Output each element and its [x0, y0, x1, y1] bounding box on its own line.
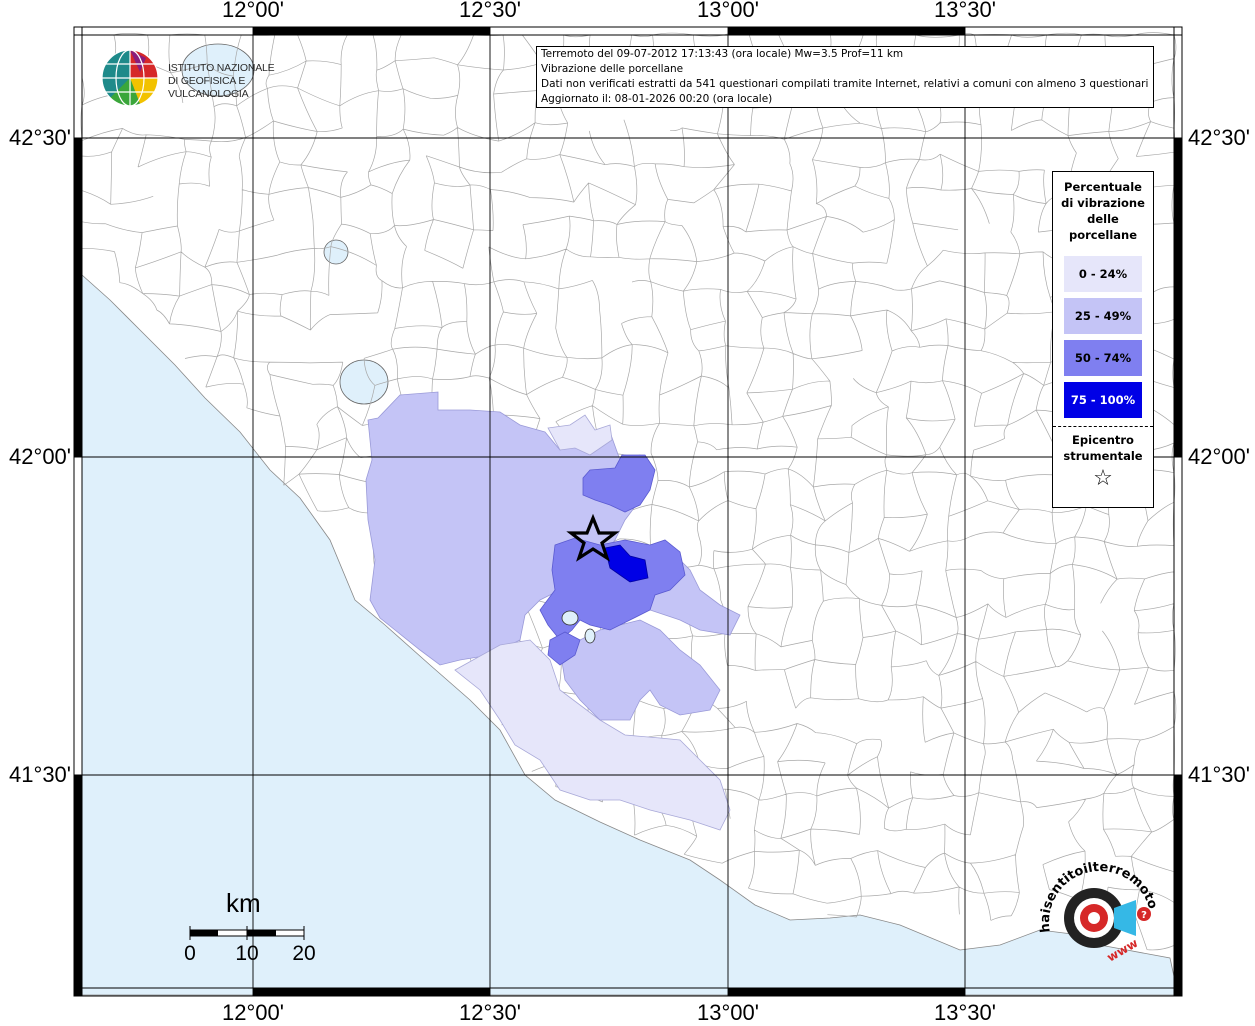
haisentito-logo-graphic: haisentitoilterremoto.it ? www: [1029, 851, 1160, 965]
haisentito-logo: haisentitoilterremoto.it ? www: [1029, 851, 1172, 982]
scale-tick: 0: [184, 942, 196, 965]
ingv-name-line: ISTITUTO NAZIONALE: [168, 62, 275, 74]
axis-bottom-label: 13°30': [934, 1000, 996, 1025]
ingv-logo: ISTITUTO NAZIONALE DI GEOFISICA E VULCAN…: [100, 48, 310, 108]
legend-class-0-24: 0 - 24%: [1064, 256, 1142, 292]
scale-tick: 10: [235, 942, 259, 965]
updated-line: Aggiornato il: 08-01-2026 00:20 (ora loc…: [541, 93, 773, 105]
lake-vico: [323, 239, 349, 265]
legend-epicenter-line: Epicentro: [1072, 433, 1134, 447]
legend-title-line: porcellane: [1068, 228, 1138, 242]
event-info-box: Terremoto del 09-07-2012 17:13:43 (ora l…: [536, 46, 1154, 108]
legend-epicenter-label: Epicentro strumentale: [1053, 432, 1153, 464]
axis-right-label: 42°30': [1188, 125, 1250, 150]
data-note-line: Dati non verificati estratti da 541 ques…: [541, 78, 1149, 90]
axis-bottom-label: 13°00': [697, 1000, 759, 1025]
lake-nemi: [584, 628, 596, 644]
axis-top-label: 13°00': [697, 0, 759, 22]
event-line: Terremoto del 09-07-2012 17:13:43 (ora l…: [541, 48, 904, 60]
ingv-name-line: DI GEOFISICA E VULCANOLOGIA: [168, 75, 249, 100]
scale-tick: 20: [292, 942, 316, 965]
legend-class-25-49: 25 - 49%: [1064, 298, 1142, 334]
globe-icon: [101, 49, 159, 107]
legend-class-75-100: 75 - 100%: [1064, 382, 1142, 418]
axis-top-label: 12°00': [222, 0, 284, 22]
lake-albano: [561, 610, 579, 626]
scale-bar: km 0 10 20: [170, 888, 330, 968]
axis-left-label: 42°00': [9, 444, 71, 469]
axis-right-label: 42°00': [1188, 444, 1250, 469]
legend-divider: [1053, 426, 1153, 427]
legend: Percentuale di vibrazione delle porcella…: [1052, 171, 1154, 508]
axis-bottom-label: 12°30': [459, 1000, 521, 1025]
axis-right-label: 41°30': [1188, 762, 1250, 787]
axis-left-label: 41°30': [9, 762, 71, 787]
legend-title-line: Percentuale: [1064, 180, 1142, 194]
legend-class-50-74: 50 - 74%: [1064, 340, 1142, 376]
legend-title-line: di vibrazione: [1061, 196, 1145, 210]
legend-epicenter-line: strumentale: [1063, 449, 1143, 463]
lake-bracciano: [339, 359, 389, 405]
scale-unit: km: [226, 888, 261, 918]
legend-title: Percentuale di vibrazione delle porcella…: [1053, 179, 1153, 243]
axis-top-label: 12°30': [459, 0, 521, 22]
legend-title-line: delle: [1087, 212, 1119, 226]
axis-bottom-label: 12°00': [222, 1000, 284, 1025]
star-icon: ☆: [1093, 466, 1113, 491]
axis-left-label: 42°30': [9, 125, 71, 150]
axis-top-label: 13°30': [934, 0, 996, 22]
svg-text:?: ?: [1141, 910, 1147, 921]
parameter-line: Vibrazione delle porcellane: [541, 63, 684, 75]
ingv-name: ISTITUTO NAZIONALE DI GEOFISICA E VULCAN…: [168, 62, 310, 101]
